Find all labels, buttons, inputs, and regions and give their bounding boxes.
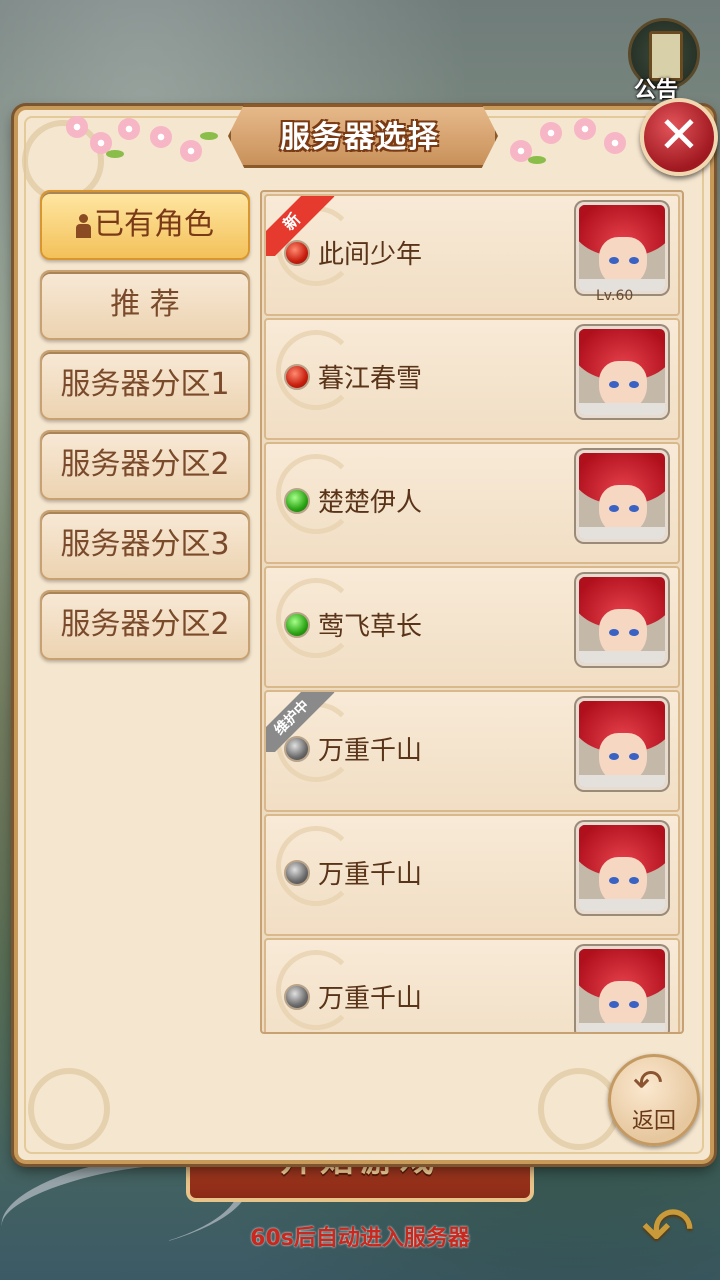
tab-server-zone-3[interactable]: 服务器分区3 — [40, 510, 250, 580]
tab-server-zone-2[interactable]: 服务器分区2 — [40, 430, 250, 500]
leaf-icon — [528, 156, 546, 164]
server-row[interactable]: 维护中 万重千山 — [264, 690, 680, 812]
blossom-icon — [540, 122, 562, 144]
tab-recommended[interactable]: 推 荐 — [40, 270, 250, 340]
status-dot-green-icon — [284, 488, 310, 514]
leaf-icon — [106, 150, 124, 158]
status-dot-red-icon — [284, 364, 310, 390]
server-row[interactable]: 莺飞草长 — [264, 566, 680, 688]
blossom-icon — [66, 116, 88, 138]
status-dot-gray-icon — [284, 984, 310, 1010]
notice-button[interactable]: 公告 — [620, 14, 704, 106]
auto-enter-text: 60s后自动进入服务器 — [250, 1226, 470, 1251]
tab-label: 推 荐 — [110, 287, 180, 322]
server-name: 此间少年 — [318, 240, 423, 270]
server-name: 暮江春雪 — [318, 364, 423, 394]
tab-label: 服务器分区3 — [60, 527, 230, 562]
status-dot-red-icon — [284, 240, 310, 266]
red-hair-hero-avatar — [576, 202, 668, 294]
tab-server-zone-1[interactable]: 服务器分区1 — [40, 350, 250, 420]
status-dot-gray-icon — [284, 736, 310, 762]
red-hair-hero-avatar — [576, 326, 668, 418]
server-row[interactable]: 新 此间少年 Lv.60 — [264, 194, 680, 316]
red-hair-hero-avatar — [576, 450, 668, 542]
server-row[interactable]: 万重千山 — [264, 938, 680, 1032]
server-name: 万重千山 — [318, 860, 423, 890]
server-name: 莺飞草长 — [318, 612, 423, 642]
return-label: 返回 — [631, 1109, 676, 1134]
corner-ornament — [538, 1068, 620, 1150]
blossom-icon — [604, 132, 626, 154]
tab-label: 服务器分区1 — [60, 367, 230, 402]
blossom-icon — [118, 118, 140, 140]
page-title: 服务器选择 — [280, 120, 440, 155]
back-arrow-icon[interactable]: ↶ — [628, 1196, 708, 1266]
server-name: 万重千山 — [318, 736, 423, 766]
tab-existing-roles[interactable]: 已有角色 — [40, 190, 250, 260]
red-hair-hero-avatar — [576, 698, 668, 790]
blossom-icon — [180, 140, 202, 162]
blossom-icon — [574, 118, 596, 140]
corner-ornament — [28, 1068, 110, 1150]
server-name: 楚楚伊人 — [318, 488, 423, 518]
red-hair-hero-avatar — [576, 574, 668, 666]
status-dot-gray-icon — [284, 860, 310, 886]
blossom-icon — [150, 126, 172, 148]
server-name: 万重千山 — [318, 984, 423, 1014]
red-hair-hero-avatar — [576, 946, 668, 1032]
server-list[interactable]: 新 此间少年 Lv.60 暮江春雪 楚楚伊人 莺飞草长 维护中 万重千山 万重千… — [260, 190, 684, 1034]
close-button[interactable]: ✕ — [640, 98, 718, 176]
character-level: Lv.60 — [596, 288, 634, 304]
server-row[interactable]: 暮江春雪 — [264, 318, 680, 440]
red-hair-hero-avatar — [576, 822, 668, 914]
return-button[interactable]: ↶ 返回 — [608, 1054, 700, 1146]
tab-label: 服务器分区2 — [60, 607, 230, 642]
close-icon: ✕ — [658, 106, 700, 164]
tab-label: 服务器分区2 — [60, 447, 230, 482]
server-row[interactable]: 万重千山 — [264, 814, 680, 936]
tab-label: 已有角色 — [94, 207, 214, 242]
person-icon — [76, 213, 91, 238]
return-arrow-icon: ↶ — [633, 1063, 664, 1104]
status-dot-green-icon — [284, 612, 310, 638]
server-row[interactable]: 楚楚伊人 — [264, 442, 680, 564]
leaf-icon — [200, 132, 218, 140]
tab-server-zone-2b[interactable]: 服务器分区2 — [40, 590, 250, 660]
